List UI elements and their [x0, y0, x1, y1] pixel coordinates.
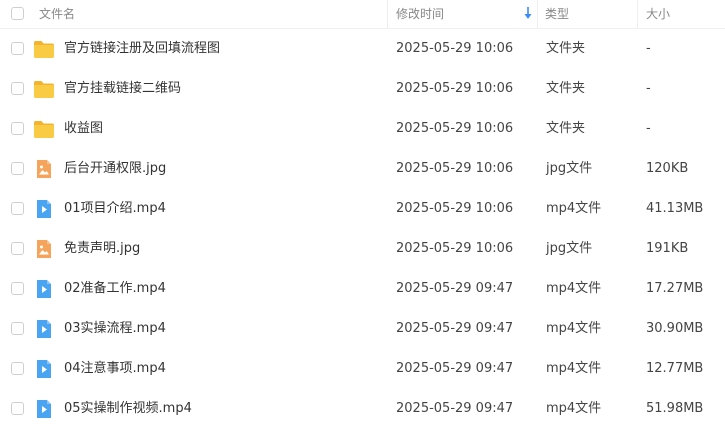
file-size: 120KB — [646, 161, 689, 176]
modified-time: 2025-05-29 09:47 — [396, 321, 514, 336]
video-file-icon — [33, 279, 55, 299]
modified-time: 2025-05-29 09:47 — [396, 401, 514, 416]
file-size: 191KB — [646, 241, 689, 256]
file-name[interactable]: 官方链接注册及回填流程图 — [64, 29, 220, 69]
file-name[interactable]: 02准备工作.mp4 — [64, 269, 166, 309]
file-size: 30.90MB — [646, 321, 704, 336]
file-row[interactable]: 官方挂载链接二维码 2025-05-29 10:06 文件夹 - — [0, 69, 725, 109]
file-type: 文件夹 — [546, 121, 586, 136]
row-checkbox[interactable] — [11, 202, 24, 215]
row-checkbox[interactable] — [11, 162, 24, 175]
file-size: - — [646, 81, 651, 96]
file-name[interactable]: 免责声明.jpg — [64, 229, 140, 269]
file-name[interactable]: 后台开通权限.jpg — [64, 149, 166, 189]
file-type: mp4文件 — [546, 401, 602, 416]
modified-time: 2025-05-29 10:06 — [396, 161, 514, 176]
file-type: jpg文件 — [546, 241, 593, 256]
column-header-name[interactable]: 文件名 — [39, 0, 75, 28]
column-divider[interactable] — [537, 0, 538, 28]
image-file-icon — [33, 239, 55, 259]
folder-icon — [33, 79, 55, 99]
file-type: mp4文件 — [546, 321, 602, 336]
file-size: - — [646, 41, 651, 56]
file-size: 41.13MB — [646, 201, 704, 216]
file-type: jpg文件 — [546, 161, 593, 176]
video-file-icon — [33, 399, 55, 419]
modified-time: 2025-05-29 09:47 — [396, 281, 514, 296]
image-file-icon — [33, 159, 55, 179]
file-name[interactable]: 05实操制作视频.mp4 — [64, 389, 192, 429]
file-row[interactable]: 免责声明.jpg 2025-05-29 10:06 jpg文件 191KB — [0, 229, 725, 269]
file-type: mp4文件 — [546, 201, 602, 216]
file-name[interactable]: 01项目介绍.mp4 — [64, 189, 166, 229]
column-header-type[interactable]: 类型 — [545, 0, 569, 28]
file-name[interactable]: 官方挂载链接二维码 — [64, 69, 181, 109]
modified-time: 2025-05-29 10:06 — [396, 201, 514, 216]
modified-time: 2025-05-29 10:06 — [396, 121, 514, 136]
column-divider[interactable] — [387, 0, 388, 28]
file-row[interactable]: 01项目介绍.mp4 2025-05-29 10:06 mp4文件 41.13MB — [0, 189, 725, 229]
select-all-checkbox[interactable] — [11, 7, 24, 20]
file-row[interactable]: 收益图 2025-05-29 10:06 文件夹 - — [0, 109, 725, 149]
file-size: 12.77MB — [646, 361, 704, 376]
arrow-down-icon[interactable] — [524, 6, 532, 20]
folder-icon — [33, 119, 55, 139]
row-checkbox[interactable] — [11, 282, 24, 295]
file-row[interactable]: 05实操制作视频.mp4 2025-05-29 09:47 mp4文件 51.98MB — [0, 389, 725, 429]
modified-time: 2025-05-29 09:47 — [396, 361, 514, 376]
file-type: 文件夹 — [546, 81, 586, 96]
row-checkbox[interactable] — [11, 82, 24, 95]
file-name[interactable]: 03实操流程.mp4 — [64, 309, 166, 349]
column-header-modified[interactable]: 修改时间 — [396, 0, 444, 28]
column-divider[interactable] — [637, 0, 638, 28]
modified-time: 2025-05-29 10:06 — [396, 41, 514, 56]
file-row[interactable]: 后台开通权限.jpg 2025-05-29 10:06 jpg文件 120KB — [0, 149, 725, 189]
file-type: 文件夹 — [546, 41, 586, 56]
video-file-icon — [33, 359, 55, 379]
row-checkbox[interactable] — [11, 362, 24, 375]
file-row[interactable]: 04注意事项.mp4 2025-05-29 09:47 mp4文件 12.77MB — [0, 349, 725, 389]
file-size: 17.27MB — [646, 281, 704, 296]
folder-icon — [33, 39, 55, 59]
row-checkbox[interactable] — [11, 122, 24, 135]
video-file-icon — [33, 319, 55, 339]
modified-time: 2025-05-29 10:06 — [396, 81, 514, 96]
column-header-size[interactable]: 大小 — [646, 0, 670, 28]
row-checkbox[interactable] — [11, 42, 24, 55]
file-row[interactable]: 03实操流程.mp4 2025-05-29 09:47 mp4文件 30.90MB — [0, 309, 725, 349]
file-row[interactable]: 02准备工作.mp4 2025-05-29 09:47 mp4文件 17.27MB — [0, 269, 725, 309]
row-checkbox[interactable] — [11, 242, 24, 255]
row-checkbox[interactable] — [11, 322, 24, 335]
file-size: - — [646, 121, 651, 136]
file-type: mp4文件 — [546, 361, 602, 376]
file-size: 51.98MB — [646, 401, 704, 416]
file-row[interactable]: 官方链接注册及回填流程图 2025-05-29 10:06 文件夹 - — [0, 29, 725, 69]
file-name[interactable]: 04注意事项.mp4 — [64, 349, 166, 389]
modified-time: 2025-05-29 10:06 — [396, 241, 514, 256]
file-list-header: 文件名 修改时间 类型 大小 — [0, 0, 725, 29]
file-name[interactable]: 收益图 — [64, 109, 103, 149]
video-file-icon — [33, 199, 55, 219]
file-type: mp4文件 — [546, 281, 602, 296]
row-checkbox[interactable] — [11, 402, 24, 415]
